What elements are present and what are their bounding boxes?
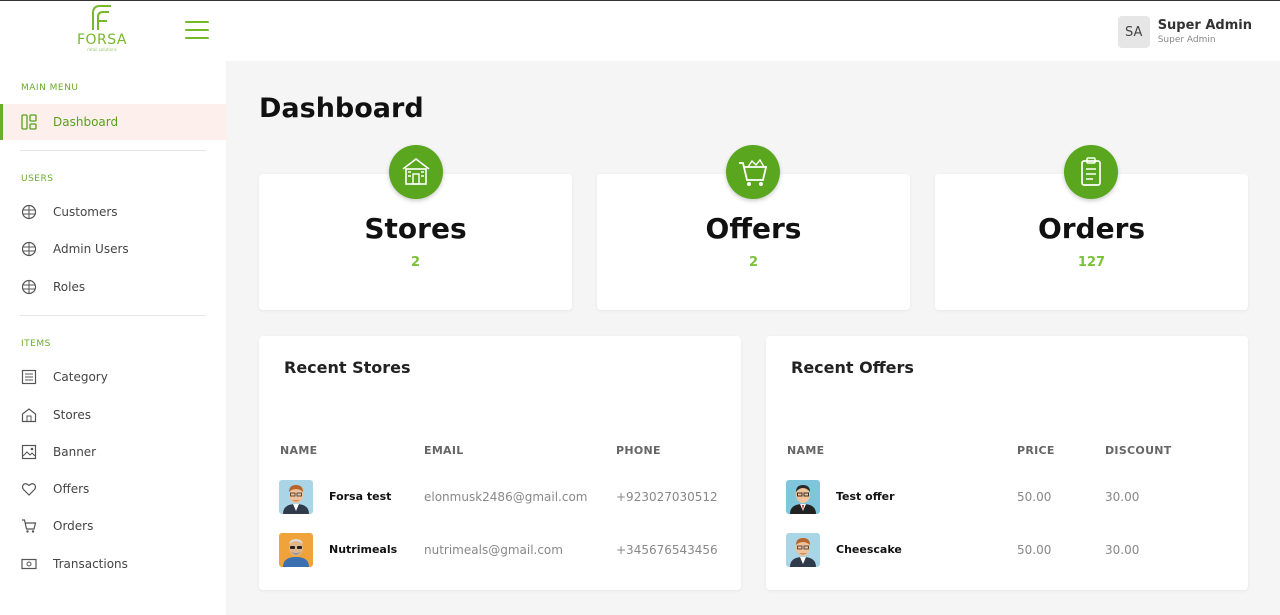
store-email: elonmusk2486@gmail.com	[424, 490, 588, 504]
offer-discount: 30.00	[1105, 490, 1140, 504]
panel-title: Recent Offers	[791, 358, 914, 377]
section-title-items: ITEMS	[21, 339, 51, 349]
table-row[interactable]: Test offer 50.00 30.00	[766, 477, 1248, 517]
avatar: SA	[1117, 16, 1150, 48]
recent-stores-panel: Recent Stores NAME EMAIL PHONE Forsa tes…	[259, 336, 741, 590]
sidebar-item-stores[interactable]: Stores	[0, 397, 226, 433]
sidebar-item-roles[interactable]: Roles	[0, 269, 226, 305]
avatar	[279, 480, 313, 514]
logo-mark-icon	[92, 5, 111, 30]
stat-label: Offers	[705, 212, 802, 245]
sidebar-item-label: Stores	[53, 408, 91, 422]
sidebar-item-label: Banner	[53, 445, 97, 459]
brand-name: FORSA	[76, 32, 128, 48]
stat-value: 2	[748, 255, 759, 270]
column-header-price: PRICE	[1017, 444, 1055, 457]
clipboard-icon	[1064, 145, 1118, 199]
sidebar-item-customers[interactable]: Customers	[0, 194, 226, 230]
money-icon	[21, 556, 37, 572]
avatar	[786, 480, 820, 514]
globe-icon	[21, 241, 37, 257]
user-name: Super Admin	[1157, 17, 1252, 33]
sidebar-item-label: Transactions	[53, 557, 128, 571]
column-header-name: NAME	[787, 444, 825, 457]
sidebar-item-dashboard[interactable]: Dashboard	[0, 104, 226, 140]
offer-name: Test offer	[836, 490, 895, 503]
section-title-users: USERS	[21, 174, 54, 184]
table-row[interactable]: Forsa test elonmusk2486@gmail.com +92302…	[259, 477, 741, 517]
sidebar-item-category[interactable]: Category	[0, 359, 226, 395]
sidebar-item-label: Customers	[53, 205, 118, 219]
sidebar-item-label: Dashboard	[53, 115, 119, 129]
column-header-email: EMAIL	[424, 444, 464, 457]
stat-label: Orders	[1037, 212, 1146, 245]
offer-price: 50.00	[1017, 543, 1052, 557]
offer-price: 50.00	[1017, 490, 1052, 504]
sidebar-item-label: Category	[53, 370, 108, 384]
store-name: Forsa test	[329, 490, 392, 503]
sidebar-item-banner[interactable]: Banner	[0, 434, 226, 470]
user-role: Super Admin	[1157, 34, 1216, 45]
store-icon	[389, 145, 443, 199]
page-title: Dashboard	[259, 93, 424, 124]
divider	[20, 150, 206, 151]
sidebar-item-label: Admin Users	[53, 242, 129, 256]
sidebar-item-offers[interactable]: Offers	[0, 471, 226, 507]
cart-icon	[21, 518, 37, 534]
sidebar-item-label: Roles	[53, 280, 86, 294]
sidebar-item-orders[interactable]: Orders	[0, 508, 226, 544]
image-icon	[21, 444, 37, 460]
table-row[interactable]: Nutrimeals nutrimeals@gmail.com +3456765…	[259, 530, 741, 570]
sidebar-item-label: Offers	[53, 482, 90, 496]
table-row[interactable]: Cheescake 50.00 30.00	[766, 530, 1248, 570]
stat-label: Stores	[364, 212, 467, 245]
heart-icon	[21, 481, 37, 497]
store-phone: +345676543456	[616, 543, 718, 557]
menu-toggle-icon[interactable]	[185, 21, 209, 41]
avatar	[786, 533, 820, 567]
avatar	[279, 533, 313, 567]
column-header-name: NAME	[280, 444, 318, 457]
panel-title: Recent Stores	[284, 358, 411, 377]
store-phone: +923027030512	[616, 490, 718, 504]
brand-logo[interactable]: FORSA retail solutions	[70, 3, 134, 52]
sidebar-item-admin-users[interactable]: Admin Users	[0, 231, 226, 267]
globe-icon	[21, 279, 37, 295]
top-header: FORSA retail solutions SA Super Admin Su…	[0, 0, 1280, 61]
globe-icon	[21, 204, 37, 220]
offer-discount: 30.00	[1105, 543, 1140, 557]
dashboard-icon	[21, 114, 37, 130]
store-name: Nutrimeals	[329, 543, 398, 556]
section-title-main-menu: MAIN MENU	[21, 83, 79, 93]
store-icon	[21, 407, 37, 423]
sidebar-item-label: Orders	[53, 519, 94, 533]
sidebar: MAIN MENU Dashboard USERS Customers Admi…	[0, 61, 226, 615]
column-header-discount: DISCOUNT	[1105, 444, 1172, 457]
user-profile[interactable]: SA Super Admin Super Admin	[1117, 15, 1252, 49]
column-header-phone: PHONE	[616, 444, 661, 457]
store-email: nutrimeals@gmail.com	[424, 543, 563, 557]
stat-value: 127	[1077, 255, 1106, 270]
recent-offers-panel: Recent Offers NAME PRICE DISCOUNT Test o…	[766, 336, 1248, 590]
list-icon	[21, 369, 37, 385]
cart-icon	[726, 145, 780, 199]
stat-value: 2	[410, 255, 421, 270]
divider	[20, 315, 206, 316]
sidebar-item-transactions[interactable]: Transactions	[0, 546, 226, 582]
offer-name: Cheescake	[836, 543, 902, 556]
